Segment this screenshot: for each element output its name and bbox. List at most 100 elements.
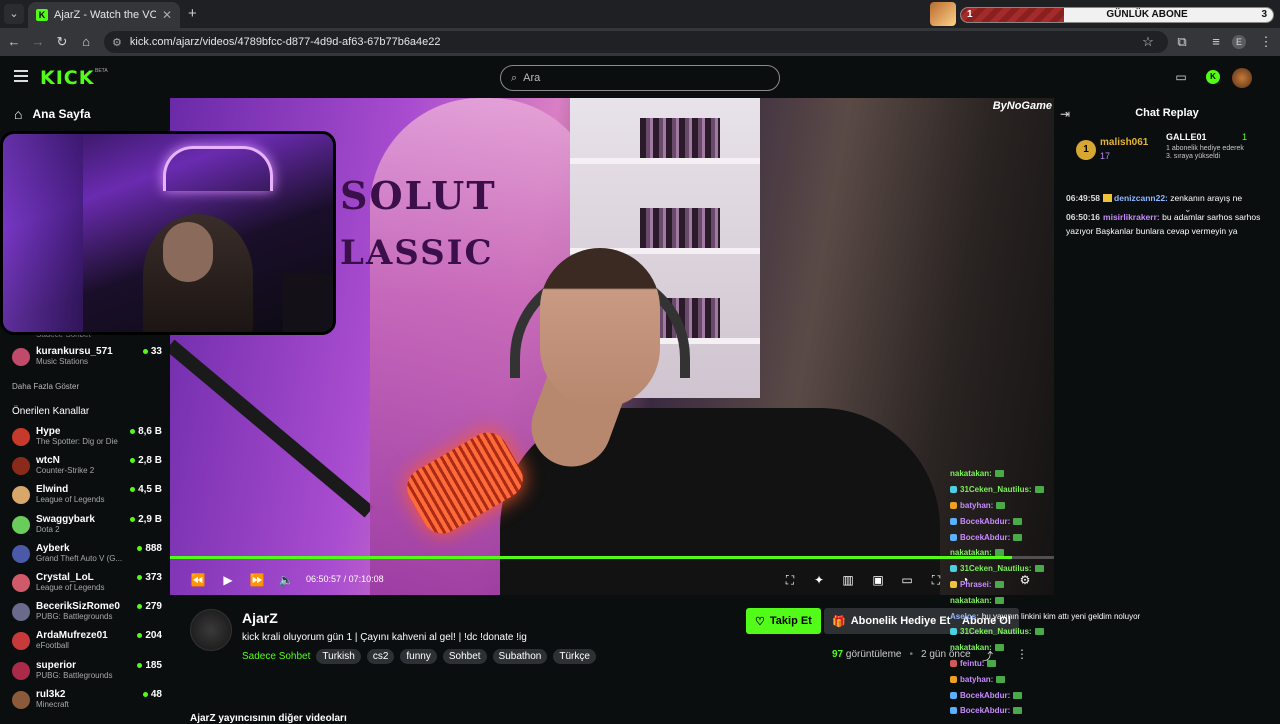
tag[interactable]: cs2 [366,649,395,664]
sidebar-channel[interactable]: Ayberk Grand Theft Auto V (G... 888 [12,543,162,563]
chat-user[interactable]: nakatakan: [950,469,992,478]
home-icon[interactable]: ⌂ [78,34,94,50]
viewer-count: 2,8 B [130,455,162,466]
overlay-chat-line: feintu: [950,656,1190,672]
sidebar-channel[interactable]: BecerikSizRome0 PUBG: Battlegrounds 279 [12,601,162,622]
site-header: KICK BETA ⌕ Ara ▭ K [0,56,1280,98]
tag[interactable]: Sohbet [442,649,487,664]
chat-user[interactable]: nakatakan: [950,596,992,605]
message-user[interactable]: denizcann22: [1114,193,1168,203]
chat-message: 06:49:58 denizcann22: zenkanın arayış ne [1066,191,1266,205]
tab-list-chevron-icon[interactable]: ⌄ [4,4,24,24]
recommended-heading: Önerilen Kanallar [12,406,90,417]
badge-icon [950,486,957,494]
channel-name[interactable]: AjarZ [242,610,278,626]
viewer-count: 4,5 B [130,484,162,495]
bookmark-star-icon[interactable]: ☆ [1140,34,1156,50]
tag[interactable]: funny [400,649,437,664]
follow-button[interactable]: ♡ Takip Et [746,608,821,634]
search-input[interactable]: ⌕ Ara [500,65,780,91]
chat-user[interactable]: 31Ceken_Nautilus: [960,627,1032,636]
tag[interactable]: Turkish [316,649,361,664]
sidebar-channel[interactable]: wtcN Counter-Strike 2 2,8 B [12,455,162,476]
chat-user[interactable]: BocekAbdur: [960,517,1010,526]
badge-icon [950,675,957,683]
channel-category: Dota 2 [36,524,60,534]
video-progress-bar[interactable] [170,556,1054,559]
clip-crop-icon[interactable]: ⛶ [782,572,798,588]
gift-subscription-button[interactable]: 🎁 Abonelik Hediye Et [824,608,959,634]
new-tab-plus-icon[interactable]: + [188,5,197,22]
chat-user[interactable]: batyhan: [960,675,993,684]
chat-user[interactable]: 31Ceken_Nautilus: [960,485,1032,494]
live-dot-icon [137,545,143,551]
emote-icon [1013,707,1023,715]
back-arrow-icon[interactable]: ← [6,34,22,50]
ticket-icon[interactable]: ▭ [1174,70,1188,84]
show-more-link[interactable]: Daha Fazla Göster [12,382,79,391]
channel-category: League of Legends [36,583,105,592]
leader-name[interactable]: malish061 [1100,137,1148,148]
picture-in-picture-video[interactable] [0,131,336,335]
pip-curtain [3,134,83,332]
channel-avatar [12,544,30,563]
rewind-icon[interactable]: ⏪ [190,572,206,588]
channel-avatar [12,515,30,534]
site-info-icon[interactable]: ⚙ [112,36,122,49]
chat-user[interactable]: BocekAbdur: [960,706,1010,715]
theater-icon[interactable]: ▭ [899,572,915,588]
play-icon[interactable]: ▶ [220,572,236,588]
stats-icon[interactable]: ▥ [840,572,856,588]
gifter-name[interactable]: GALLE01 [1166,132,1207,142]
chat-user[interactable]: Aselos: [950,612,979,621]
emote-icon [1013,533,1023,541]
viewer-count: 185 [137,660,162,671]
extensions-icon[interactable]: ⧉ [1174,34,1190,50]
badge-icon [950,628,957,636]
badge-icon [950,517,957,525]
tag[interactable]: Subathon [492,649,548,664]
sidebar-channel[interactable]: Hype The Spotter: Dig or Die 8,6 B [12,426,162,446]
sidebar-channel[interactable]: ArdaMufreze01 eFootball 204 [12,630,162,651]
message-text: zenkanın arayış ne [1170,193,1243,203]
sidebar-item-home[interactable]: ⌂ Ana Sayfa [14,106,91,122]
chat-user[interactable]: batyhan: [960,501,993,510]
tag[interactable]: Türkçe [553,649,596,664]
pip-toggle-icon[interactable]: ▣ [870,572,886,588]
channel-avatar[interactable] [190,609,232,651]
category-tag[interactable]: Sadece Sohbet [242,651,310,662]
chat-user[interactable]: BocekAbdur: [960,533,1010,542]
forward-arrow-icon[interactable]: → [30,34,46,50]
user-avatar[interactable] [1232,68,1252,88]
reload-icon[interactable]: ↻ [54,34,70,50]
sidebar-channel[interactable]: Crystal_LoL League of Legends 373 [12,572,162,592]
chat-user[interactable]: Phrasei: [960,580,992,589]
overlay-chat-line: 31Ceken_Nautilus: [950,561,1190,577]
sidebar-channel[interactable]: superior PUBG: Battlegrounds 185 [12,660,162,680]
chat-title: Chat Replay [1135,107,1199,119]
profile-avatar-icon[interactable]: E [1232,35,1246,49]
channel-category: Grand Theft Auto V (G... [36,553,123,563]
media-controls-icon[interactable]: ≡ [1208,34,1224,50]
hamburger-menu-icon[interactable] [14,70,28,82]
kick-coin-icon[interactable]: K [1206,70,1220,84]
sidebar-channel[interactable]: Swaggybark Dota 2 2,9 B [12,514,162,534]
browser-tab[interactable]: K AjarZ - Watch the VOD on Kick ✕ [28,2,180,28]
sidebar-channel[interactable]: Elwind League of Legends 4,5 B [12,484,162,505]
chat-user[interactable]: 31Ceken_Nautilus: [960,564,1032,573]
address-bar[interactable]: ⚙ kick.com/ajarz/videos/4789bfcc-d877-4d… [104,31,1168,53]
fast-forward-icon[interactable]: ⏩ [249,572,265,588]
message-user[interactable]: misirlikrakerr: [1103,212,1160,222]
close-tab-icon[interactable]: ✕ [162,8,172,22]
fullscreen-icon[interactable]: ⛶ [928,572,944,588]
chat-user[interactable]: BocekAbdur: [960,691,1010,700]
sidebar-channel[interactable]: rul3k2 Minecraft 48 [12,689,162,709]
volume-icon[interactable]: 🔈 [278,572,294,588]
sidebar-channel[interactable]: kurankursu_571 Music Stations 33 [12,346,162,366]
kick-logo[interactable]: KICK [40,67,94,89]
chat-user[interactable]: nakatakan: [950,643,992,652]
chat-user[interactable]: nakatakan: [950,548,992,557]
sparkle-icon[interactable]: ✦ [811,572,827,588]
chat-user[interactable]: feintu: [960,659,984,668]
browser-menu-icon[interactable]: ⋮ [1258,34,1274,50]
